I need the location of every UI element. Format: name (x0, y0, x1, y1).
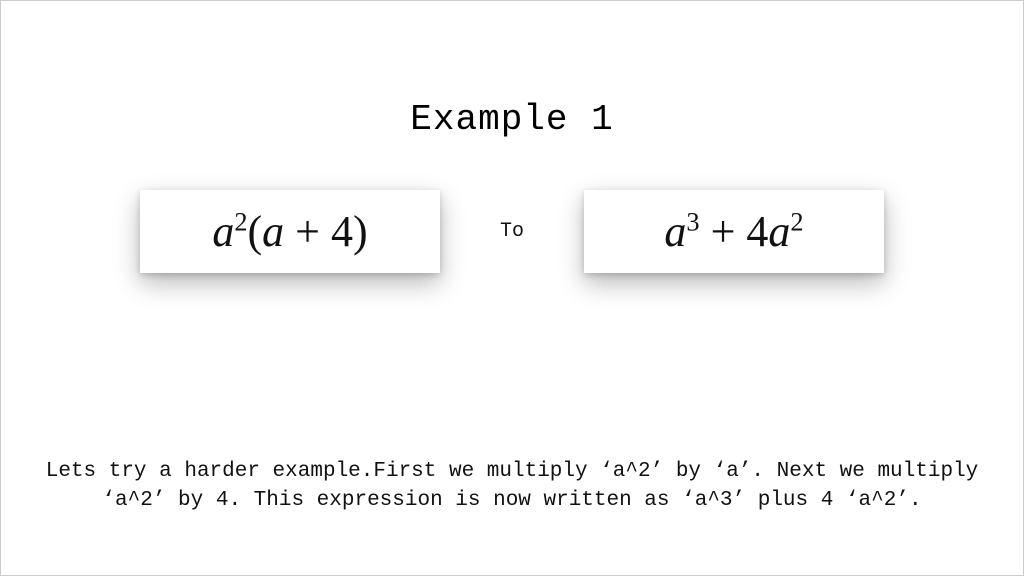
expression-row: a2(a + 4) To a3 + 4a2 (1, 190, 1023, 273)
coefficient-4: 4 (746, 207, 768, 256)
var-a-cubed: a (664, 207, 686, 256)
page-title: Example 1 (1, 99, 1023, 140)
description-text: Lets try a harder example.First we multi… (21, 458, 1003, 515)
exponent-2: 2 (234, 206, 247, 236)
var-a: a (212, 207, 234, 256)
exponent-3: 3 (686, 206, 699, 236)
paren-open: ( (248, 207, 263, 256)
paren-close: ) (353, 207, 368, 256)
plus-sign-2: + (700, 207, 747, 256)
right-expression-box: a3 + 4a2 (584, 190, 884, 273)
plus-sign: + (284, 207, 331, 256)
left-expression-box: a2(a + 4) (140, 190, 440, 273)
var-a-squared: a (768, 207, 790, 256)
connector-label: To (500, 220, 524, 243)
constant-4: 4 (331, 207, 353, 256)
exponent-2b: 2 (790, 206, 803, 236)
inner-var-a: a (262, 207, 284, 256)
